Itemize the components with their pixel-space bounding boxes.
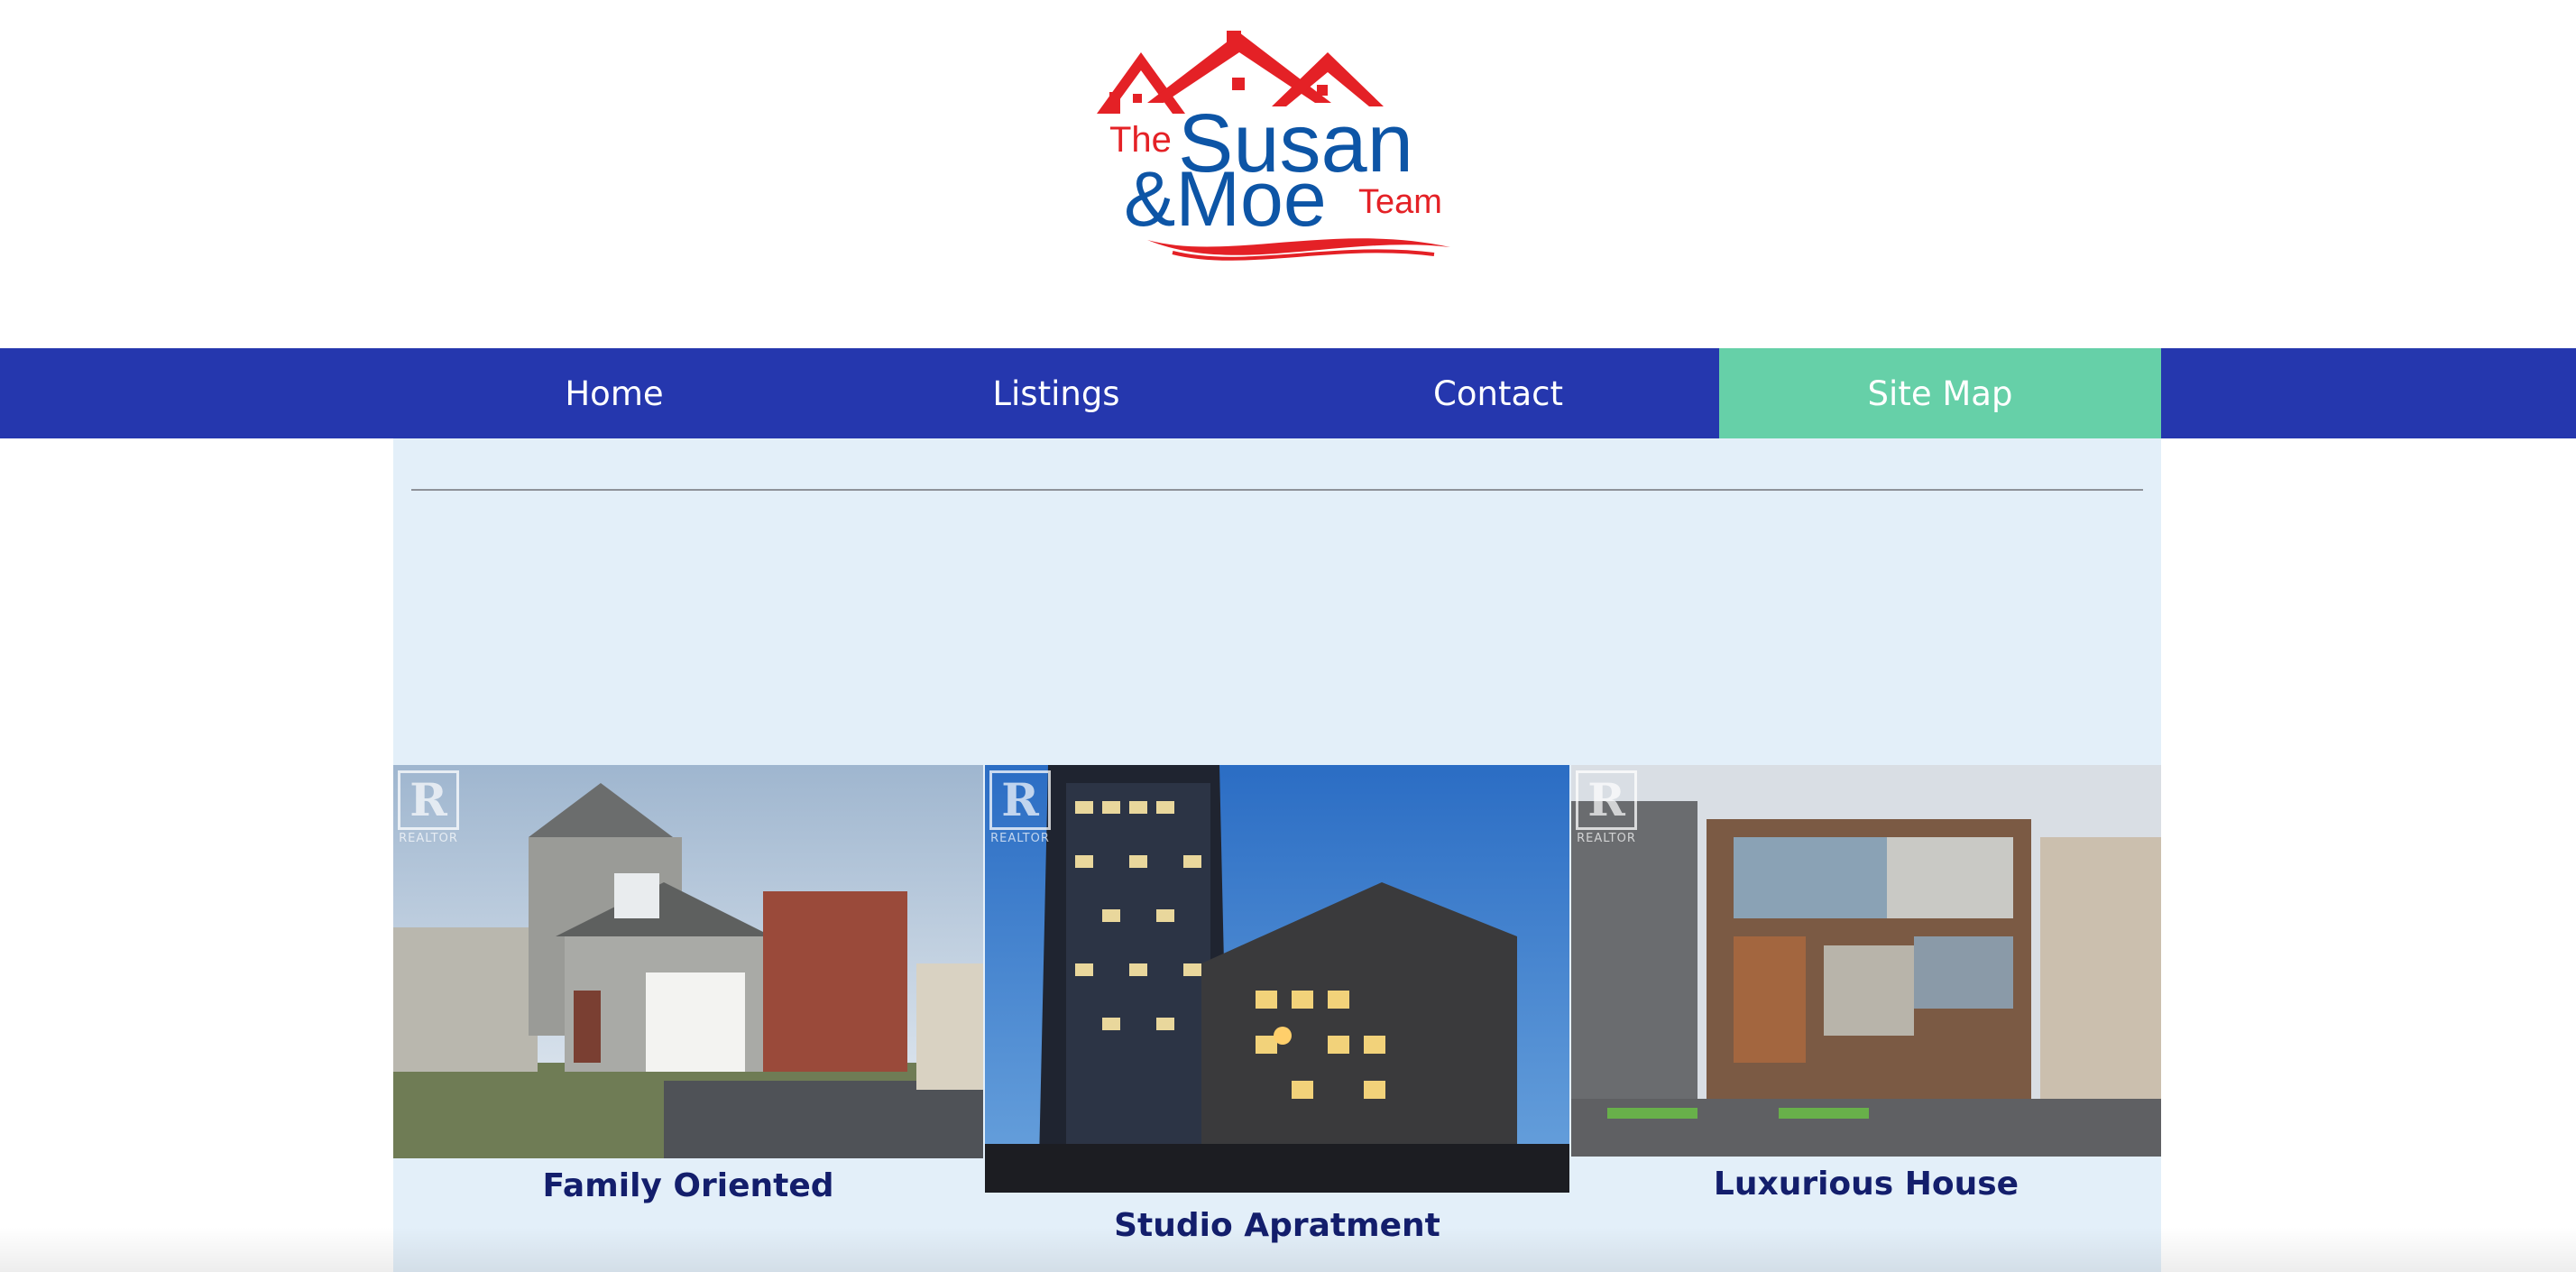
nav-contact[interactable]: Contact — [1277, 348, 1719, 438]
listing-card-studio[interactable]: R REALTOR Studio Apratment — [985, 765, 1569, 1272]
nav-listings[interactable]: Listings — [835, 348, 1277, 438]
realtor-watermark: R REALTOR — [397, 770, 460, 845]
site-logo[interactable]: The Susan &Moe Team — [1091, 25, 1470, 278]
listing-card-family[interactable]: R REALTOR Family Oriented — [393, 765, 983, 1272]
listing-card-luxurious[interactable]: R REALTOR Luxurious House — [1571, 765, 2161, 1272]
listing-photo[interactable]: R REALTOR — [393, 765, 983, 1158]
logo-and-moe: &Moe — [1124, 156, 1327, 243]
divider — [411, 489, 2143, 491]
nav-site-map[interactable]: Site Map — [1719, 348, 2161, 438]
nav-home[interactable]: Home — [393, 348, 835, 438]
logo-graphic: The Susan &Moe Team — [1097, 31, 1450, 261]
main-content: R REALTOR Family Oriented R REALTOR Stud… — [393, 438, 2161, 1272]
main-nav: Home Listings Contact Site Map — [0, 348, 2576, 438]
logo-the: The — [1109, 120, 1172, 160]
listing-title[interactable]: Studio Apratment — [985, 1207, 1569, 1244]
logo-team: Team — [1358, 183, 1442, 221]
listing-photo[interactable]: R REALTOR — [1571, 765, 2161, 1157]
realtor-watermark: R REALTOR — [1575, 770, 1638, 845]
listing-photo[interactable]: R REALTOR — [985, 765, 1569, 1193]
listing-title[interactable]: Family Oriented — [393, 1167, 983, 1204]
realtor-watermark: R REALTOR — [989, 770, 1052, 845]
listing-title[interactable]: Luxurious House — [1571, 1166, 2161, 1203]
